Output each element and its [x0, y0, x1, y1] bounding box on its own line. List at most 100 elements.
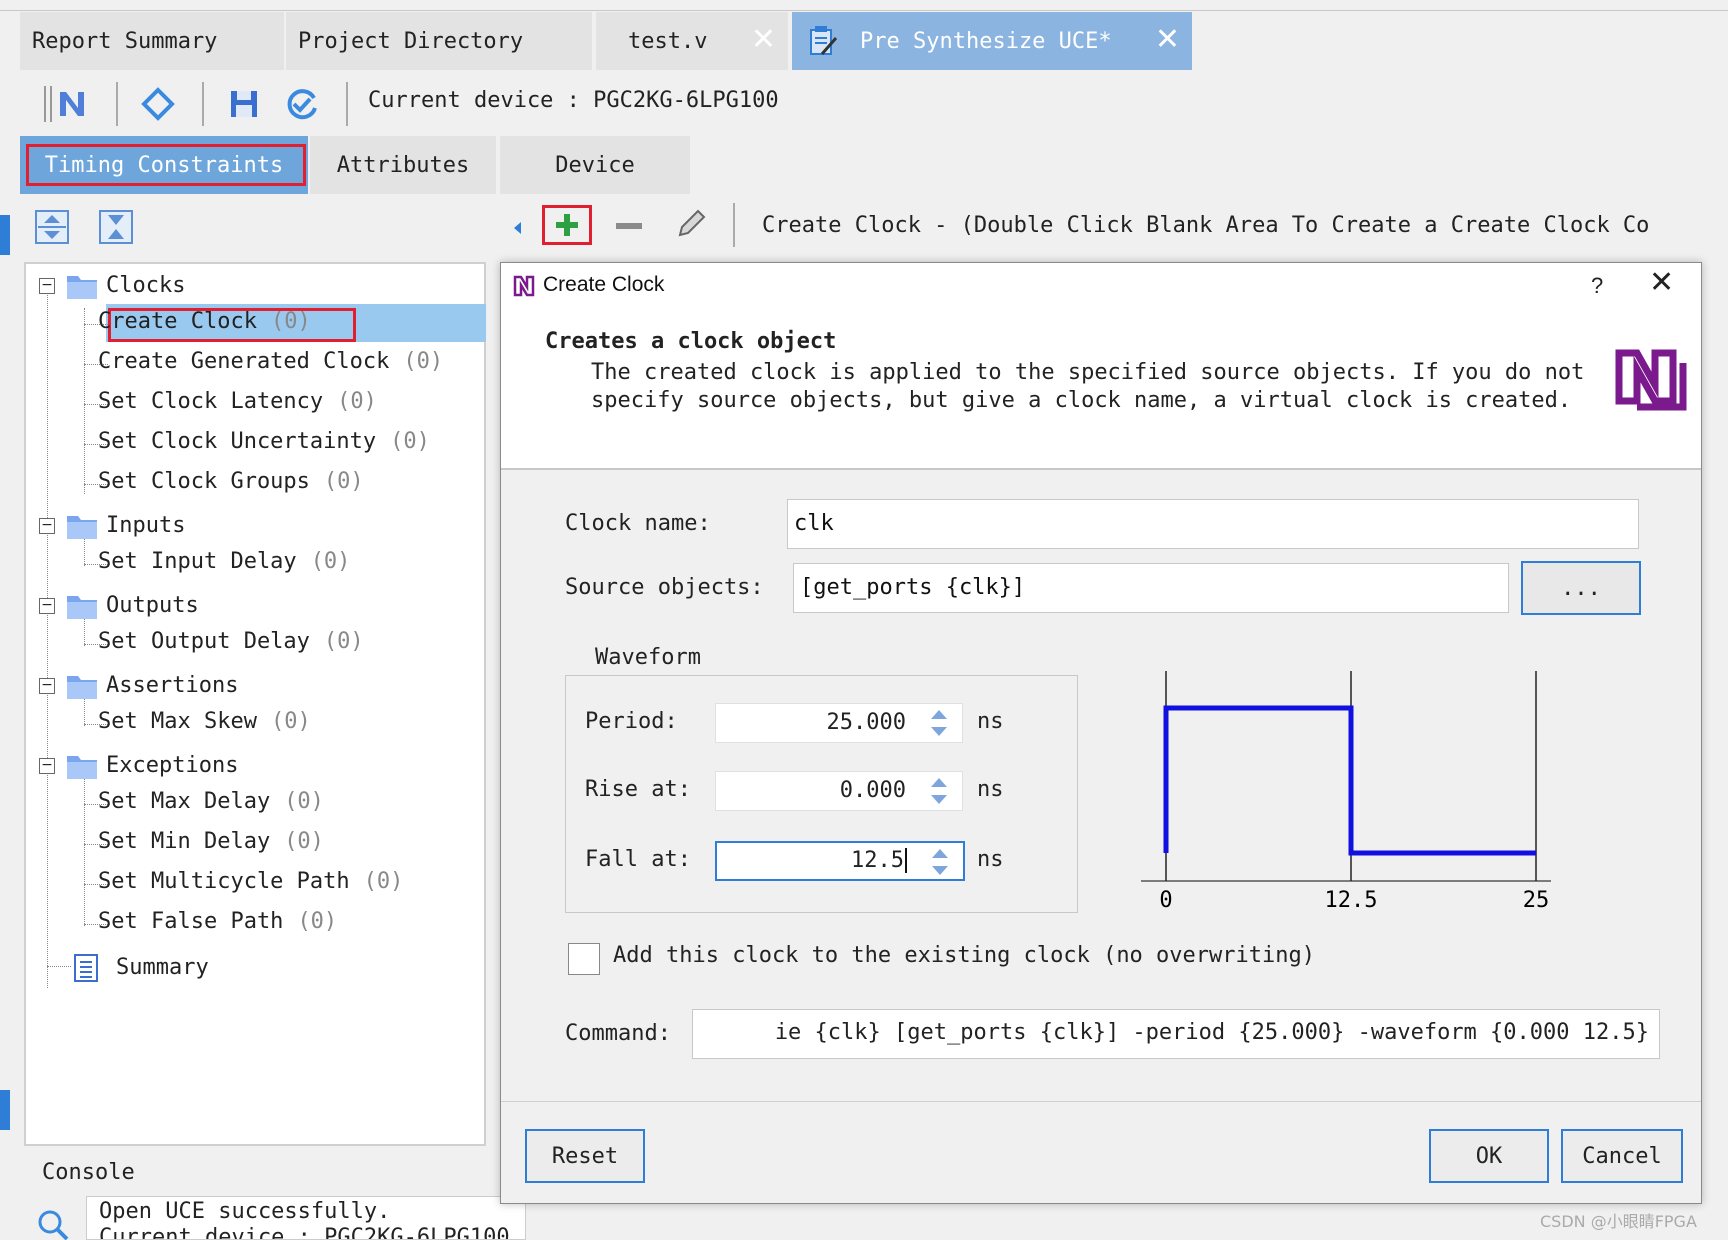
waveform-preview: 0 12.5 25: [1141, 671, 1551, 913]
tab-attributes[interactable]: Attributes: [310, 136, 496, 194]
divider: [0, 10, 1728, 11]
ok-label: OK: [1475, 1143, 1503, 1169]
tree-item-set-clock-latency[interactable]: Set Clock Latency (0): [98, 386, 377, 418]
check-refresh-icon[interactable]: [282, 84, 322, 124]
clock-name-input[interactable]: clk: [787, 499, 1639, 549]
remove-constraint-button[interactable]: [614, 211, 644, 241]
folder-icon: [67, 276, 97, 299]
main-toolbar: Current device : PGC2KG-6LPG100: [20, 72, 1728, 138]
current-device-label: Current device : PGC2KG-6LPG100: [368, 88, 779, 113]
plus-icon: [556, 214, 578, 236]
fall-spinbox[interactable]: 12.5​: [715, 841, 965, 881]
waveform-tick-label: 0: [1159, 888, 1172, 913]
tab-report-summary[interactable]: Report Summary: [20, 12, 284, 70]
tree-group-assertions[interactable]: Assertions: [106, 670, 238, 702]
help-button[interactable]: ?: [1591, 273, 1603, 299]
tree-item-summary[interactable]: Summary: [116, 952, 209, 984]
rise-label: Rise at:: [585, 777, 691, 802]
command-value: ie {clk} [get_ports {clk}] -period {25.0…: [774, 1020, 1649, 1045]
spinner-arrows-icon[interactable]: [931, 848, 949, 876]
console-output[interactable]: Open UCE successfully. Current device : …: [86, 1196, 526, 1240]
folder-icon: [67, 596, 97, 619]
reset-label: Reset: [551, 1143, 619, 1169]
period-spinbox[interactable]: 25.000: [715, 703, 963, 743]
tab-label: Pre Synthesize UCE*: [860, 28, 1112, 54]
scroll-left-icon[interactable]: [510, 217, 526, 234]
tree-item-set-clock-groups[interactable]: Set Clock Groups (0): [98, 466, 364, 498]
command-field[interactable]: ie {clk} [get_ports {clk}] -period {25.0…: [692, 1009, 1660, 1059]
tree-item-set-max-skew[interactable]: Set Max Skew (0): [98, 706, 311, 738]
cancel-button[interactable]: Cancel: [1561, 1129, 1683, 1183]
console-line: Open UCE successfully.: [99, 1199, 391, 1224]
save-icon[interactable]: [224, 84, 264, 124]
tree-group-inputs[interactable]: Inputs: [106, 510, 185, 542]
fall-value: 12.5: [851, 848, 904, 873]
minus-icon: [616, 223, 642, 229]
text-cursor: ​: [905, 848, 907, 873]
tree-group-clocks[interactable]: Clocks: [106, 270, 185, 302]
waveform-label: Waveform: [593, 645, 703, 670]
collapse-toggle[interactable]: −: [39, 598, 55, 614]
rise-unit: ns: [977, 777, 1004, 802]
collapse-toggle[interactable]: −: [39, 518, 55, 534]
tree-item-set-multicycle-path[interactable]: Set Multicycle Path (0): [98, 866, 403, 898]
tab-label: Attributes: [336, 152, 470, 178]
tree-item-set-input-delay[interactable]: Set Input Delay (0): [98, 546, 350, 578]
tree-item-create-clock[interactable]: Create Clock (0): [98, 306, 311, 338]
browse-source-button[interactable]: ...: [1521, 561, 1641, 615]
collapse-toggle[interactable]: −: [39, 278, 55, 294]
tree-item-set-clock-uncertainty[interactable]: Set Clock Uncertainty (0): [98, 426, 430, 458]
expand-all-icon[interactable]: [34, 209, 70, 245]
tree-item-set-max-delay[interactable]: Set Max Delay (0): [98, 786, 324, 818]
document-icon: [806, 24, 840, 58]
summary-document-icon: [74, 954, 98, 982]
collapse-toggle[interactable]: −: [39, 758, 55, 774]
ok-button[interactable]: OK: [1429, 1129, 1549, 1183]
tab-label: test.v: [628, 28, 708, 54]
rise-spinbox[interactable]: 0.000: [715, 771, 963, 811]
rise-value: 0.000: [839, 778, 906, 803]
period-label: Period:: [585, 709, 678, 734]
source-objects-input[interactable]: [get_ports {clk}]: [793, 563, 1509, 613]
constraint-hint: Create Clock - (Double Click Blank Area …: [762, 213, 1650, 238]
reset-button[interactable]: Reset: [525, 1129, 645, 1183]
dialog-close-button[interactable]: ✕: [1649, 265, 1674, 300]
spinner-arrows-icon[interactable]: [930, 709, 948, 737]
browse-label: ...: [1561, 575, 1601, 601]
collapse-toggle[interactable]: −: [39, 678, 55, 694]
tree-group-exceptions[interactable]: Exceptions: [106, 750, 238, 782]
collapse-all-icon[interactable]: [98, 209, 134, 245]
divider: [733, 203, 735, 247]
folder-icon: [67, 516, 97, 539]
tab-pre-synthesize-uce[interactable]: Pre Synthesize UCE* ✕: [792, 12, 1192, 70]
close-icon[interactable]: ✕: [751, 25, 776, 55]
divider: [501, 1101, 1701, 1102]
add-clock-checkbox[interactable]: [568, 943, 600, 975]
tree-item-set-false-path[interactable]: Set False Path (0): [98, 906, 337, 938]
tree-item-set-output-delay[interactable]: Set Output Delay (0): [98, 626, 364, 658]
edit-constraint-button[interactable]: [674, 207, 708, 241]
tab-project-directory[interactable]: Project Directory: [286, 12, 592, 70]
close-icon[interactable]: ✕: [1155, 25, 1180, 55]
tab-test-v[interactable]: test.v ✕: [596, 12, 788, 70]
brand-logo-icon: [1615, 349, 1687, 411]
period-value: 25.000: [826, 710, 906, 735]
new-icon[interactable]: [52, 84, 92, 124]
pencil-icon: [678, 209, 706, 237]
diamond-icon[interactable]: [138, 84, 178, 124]
waveform-tick-label: 12.5: [1325, 888, 1378, 913]
tab-device[interactable]: Device: [500, 136, 690, 194]
spinner-arrows-icon[interactable]: [930, 777, 948, 805]
tab-label: Report Summary: [32, 28, 218, 54]
tree-item-create-generated-clock[interactable]: Create Generated Clock (0): [98, 346, 443, 378]
tab-timing-constraints[interactable]: Timing Constraints: [20, 136, 308, 194]
tree-item-set-min-delay[interactable]: Set Min Delay (0): [98, 826, 324, 858]
clock-name-label: Clock name:: [565, 511, 711, 536]
waveform-trace: [1163, 705, 1536, 856]
search-icon[interactable]: [36, 1208, 70, 1240]
add-constraint-button[interactable]: [542, 205, 592, 245]
app-logo-icon: [513, 275, 535, 297]
tree-group-outputs[interactable]: Outputs: [106, 590, 199, 622]
divider: [202, 82, 204, 126]
folder-icon: [67, 676, 97, 699]
